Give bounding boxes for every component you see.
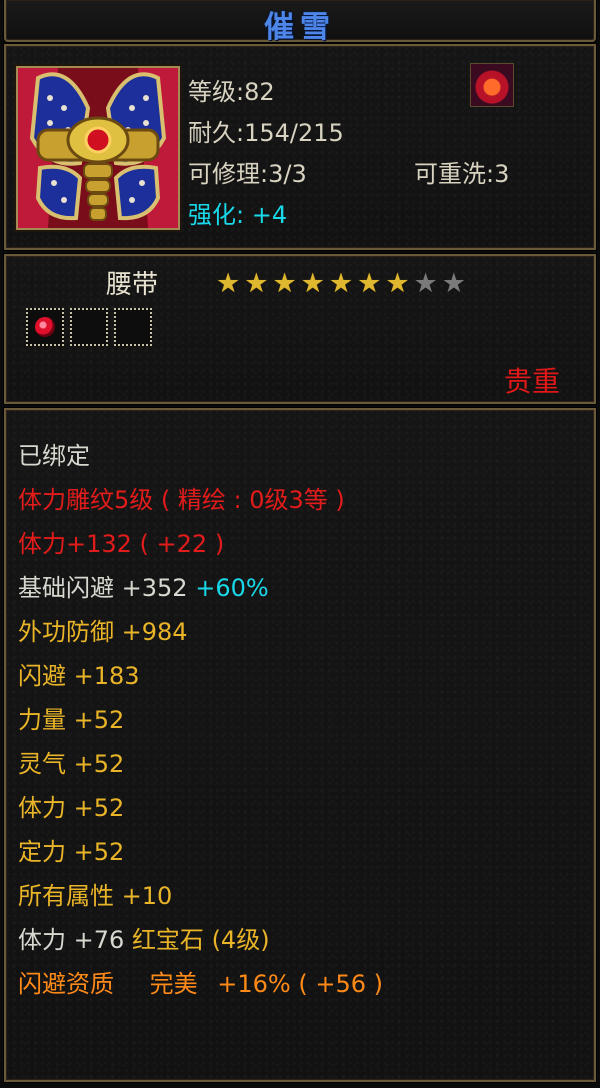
gem-stamina-label: 体力 [18, 926, 66, 954]
aptitude-label: 闪避资质 [18, 970, 114, 998]
gem-slot-empty[interactable] [114, 308, 152, 346]
bound-status: 已绑定 [18, 442, 90, 470]
star-lit-icon: ★ [300, 268, 325, 299]
rarity-label: 贵重 [503, 365, 560, 398]
base-dodge-label: 基础闪避 [18, 574, 114, 602]
base-dodge-pct: +60% [195, 574, 269, 602]
durability-stat: 耐久:154/215 [188, 119, 344, 147]
aptitude-value: +16% ( +56 ) [217, 970, 383, 998]
star-rating: ★ ★ ★ ★ ★ ★ ★ ★ ★ [216, 270, 466, 297]
stamina-attr: 体力 +52 [18, 794, 125, 822]
item-title: 催雪 [264, 10, 336, 45]
fire-gem-icon[interactable] [470, 63, 514, 107]
spirit-attr: 灵气 +52 [18, 750, 125, 778]
star-lit-icon: ★ [244, 268, 269, 299]
gem-stamina-value: +76 [73, 926, 125, 954]
strength-attr: 力量 +52 [18, 706, 125, 734]
aptitude-quality: 完美 [149, 970, 198, 998]
aptitude-attr: 闪避资质 完美 +16% ( +56 ) [18, 964, 383, 999]
belt-item-icon[interactable] [16, 66, 180, 230]
star-unlit-icon: ★ [441, 268, 466, 299]
star-unlit-icon: ★ [413, 268, 438, 299]
star-lit-icon: ★ [328, 268, 354, 299]
ext-defense-attr: 外功防御 +984 [18, 618, 188, 646]
base-dodge-attr: 基础闪避 +352 +60% [18, 568, 269, 603]
item-info-panel: 等级:82 耐久:154/215 可修理:3/3 可重洗:3 强化: +4 [4, 44, 596, 250]
enhance-stat: 强化: +4 [188, 201, 288, 229]
attributes-panel: 已绑定 体力雕纹5级 ( 精绘 : 0级3等 ) 体力+132 ( +22 ) … [4, 408, 596, 1082]
level-stat: 等级:82 [188, 78, 275, 106]
gem-slot-filled[interactable] [26, 308, 64, 346]
gem-stamina-attr: 体力 +76 红宝石 (4级) [18, 920, 270, 955]
gem-slot-empty[interactable] [70, 308, 108, 346]
repairable-stat: 可修理:3/3 [188, 160, 307, 188]
all-attr: 所有属性 +10 [18, 882, 173, 910]
equip-summary-panel: 腰带 ★ ★ ★ ★ ★ ★ ★ ★ ★ 贵重 [4, 254, 596, 404]
stamina-bonus-attr: 体力+132 ( +22 ) [18, 530, 225, 558]
base-dodge-value: +352 [121, 574, 188, 602]
gem-slots [26, 308, 152, 346]
equip-type-label: 腰带 [106, 270, 159, 300]
star-lit-icon: ★ [272, 268, 297, 299]
rewash-stat: 可重洗:3 [414, 160, 510, 188]
star-lit-icon: ★ [385, 268, 410, 299]
star-lit-icon: ★ [216, 268, 241, 299]
star-lit-icon: ★ [357, 268, 382, 299]
gem-name: 红宝石 (4级) [131, 926, 270, 954]
dodge-attr: 闪避 +183 [18, 662, 140, 690]
title-bar: 催雪 [4, 0, 596, 45]
focus-attr: 定力 +52 [18, 838, 125, 866]
carving-attr: 体力雕纹5级 ( 精绘 : 0级3等 ) [18, 486, 345, 514]
